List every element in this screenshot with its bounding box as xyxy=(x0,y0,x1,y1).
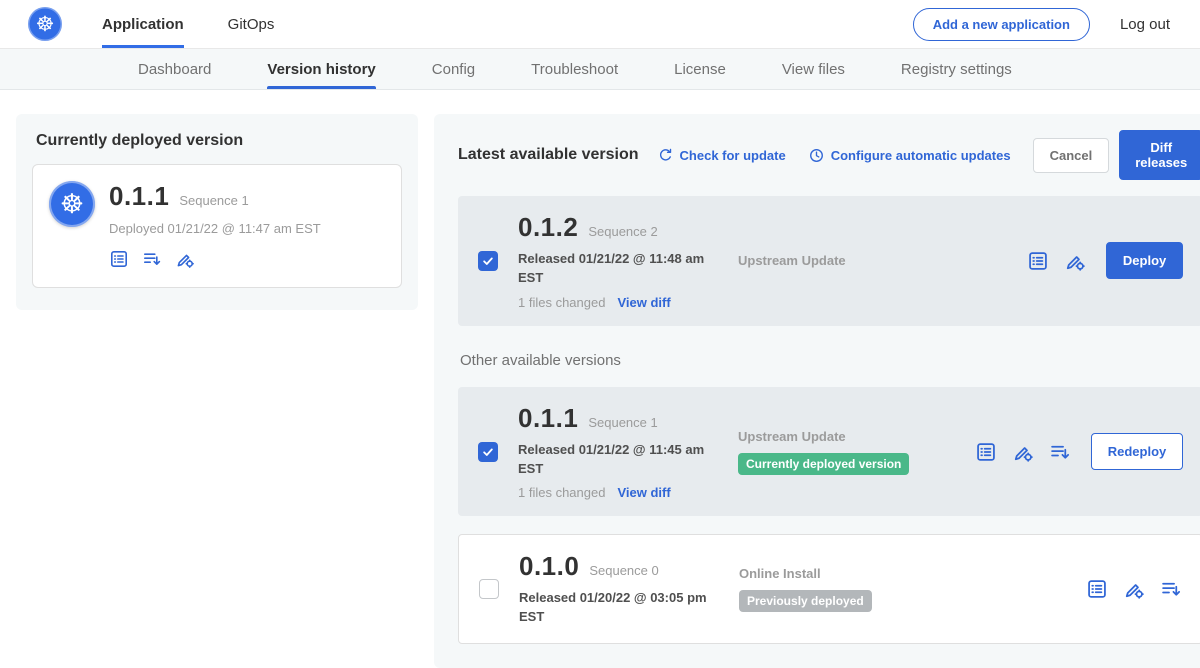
config-edit-icon[interactable] xyxy=(1012,441,1034,463)
other-available-versions-title: Other available versions xyxy=(460,352,1200,369)
files-changed-label: 1 files changed xyxy=(518,295,605,310)
view-diff-link[interactable]: View diff xyxy=(617,485,670,500)
version-checkbox-0-1-0[interactable] xyxy=(479,579,499,599)
subnav-label-license: License xyxy=(674,61,726,78)
config-edit-icon[interactable] xyxy=(1123,578,1145,600)
available-versions-panel: Latest available version Check for updat… xyxy=(434,114,1200,668)
latest-version-title: Latest available version xyxy=(458,146,639,164)
subnav-item-config[interactable]: Config xyxy=(432,49,475,89)
currently-deployed-title: Currently deployed version xyxy=(36,132,402,150)
check-for-update-link[interactable]: Check for update xyxy=(657,147,786,164)
deploy-logs-icon[interactable] xyxy=(1160,578,1182,600)
deployed-version-number: 0.1.1 xyxy=(109,181,169,212)
deploy-logs-icon[interactable] xyxy=(1049,441,1071,463)
version-number: 0.1.1 xyxy=(518,403,578,434)
logout-link[interactable]: Log out xyxy=(1120,16,1170,33)
version-row-icons xyxy=(1027,250,1086,272)
config-edit-icon[interactable] xyxy=(1064,250,1086,272)
version-number: 0.1.0 xyxy=(519,551,579,582)
version-info: 0.1.0 Sequence 0 Released 01/20/22 @ 03:… xyxy=(519,551,711,627)
currently-deployed-panel: Currently deployed version ☸ 0.1.1 Seque… xyxy=(16,114,418,310)
version-source: Online Install Previously deployed xyxy=(739,566,934,612)
version-source: Upstream Update Currently deployed versi… xyxy=(738,429,933,475)
version-row-0-1-1: 0.1.1 Sequence 1 Released 01/21/22 @ 11:… xyxy=(458,387,1200,517)
release-notes-icon[interactable] xyxy=(975,441,997,463)
release-notes-icon[interactable] xyxy=(1086,578,1108,600)
version-source-label: Upstream Update xyxy=(738,253,846,268)
subnav-item-troubleshoot[interactable]: Troubleshoot xyxy=(531,49,618,89)
subnav-item-view-files[interactable]: View files xyxy=(782,49,845,89)
configure-automatic-updates-link[interactable]: Configure automatic updates xyxy=(808,147,1011,164)
app-kubernetes-icon: ☸ xyxy=(49,181,95,227)
row-spacer xyxy=(458,516,1200,534)
version-row-icons xyxy=(975,441,1071,463)
deploy-logs-icon[interactable] xyxy=(142,249,162,269)
add-new-application-button[interactable]: Add a new application xyxy=(913,8,1090,41)
view-diff-link[interactable]: View diff xyxy=(617,295,670,310)
checkmark-icon xyxy=(481,445,495,459)
deploy-button[interactable]: Deploy xyxy=(1106,242,1183,279)
subnav-label-view-files: View files xyxy=(782,61,845,78)
released-timestamp: Released 01/20/22 @ 03:05 pm EST xyxy=(519,589,711,627)
app-subnav: Dashboard Version history Config Trouble… xyxy=(0,49,1200,90)
subnav-label-registry-settings: Registry settings xyxy=(901,61,1012,78)
deployed-sequence-label: Sequence 1 xyxy=(179,193,248,208)
main-content: Currently deployed version ☸ 0.1.1 Seque… xyxy=(0,90,1200,668)
subnav-label-version-history: Version history xyxy=(267,61,375,78)
subnav-label-config: Config xyxy=(432,61,475,78)
subnav-item-registry-settings[interactable]: Registry settings xyxy=(901,49,1012,89)
released-timestamp: Released 01/21/22 @ 11:48 am EST xyxy=(518,250,710,288)
subnav-item-version-history[interactable]: Version history xyxy=(267,49,375,89)
version-row-0-1-2: 0.1.2 Sequence 2 Released 01/21/22 @ 11:… xyxy=(458,196,1200,326)
version-row-0-1-0: 0.1.0 Sequence 0 Released 01/20/22 @ 03:… xyxy=(458,534,1200,644)
currently-deployed-badge: Currently deployed version xyxy=(738,453,909,475)
nav-tab-application-label: Application xyxy=(102,16,184,33)
latest-version-header: Latest available version Check for updat… xyxy=(458,130,1200,180)
version-info: 0.1.2 Sequence 2 Released 01/21/22 @ 11:… xyxy=(518,212,710,310)
top-navbar: ☸ Application GitOps Add a new applicati… xyxy=(0,0,1200,49)
version-source-label: Upstream Update xyxy=(738,429,846,444)
version-checkbox-0-1-1[interactable] xyxy=(478,442,498,462)
subnav-item-license[interactable]: License xyxy=(674,49,726,89)
release-notes-icon[interactable] xyxy=(109,249,129,269)
sequence-label: Sequence 1 xyxy=(588,415,657,430)
redeploy-button[interactable]: Redeploy xyxy=(1091,433,1184,470)
version-source-label: Online Install xyxy=(739,566,821,581)
nav-tab-application[interactable]: Application xyxy=(102,0,184,48)
refresh-icon xyxy=(657,147,674,164)
version-number: 0.1.2 xyxy=(518,212,578,243)
deployed-version-card: ☸ 0.1.1 Sequence 1 Deployed 01/21/22 @ 1… xyxy=(32,164,402,288)
configure-automatic-updates-label: Configure automatic updates xyxy=(831,148,1011,163)
files-changed-label: 1 files changed xyxy=(518,485,605,500)
version-checkbox-0-1-2[interactable] xyxy=(478,251,498,271)
checkmark-icon xyxy=(481,254,495,268)
subnav-label-troubleshoot: Troubleshoot xyxy=(531,61,618,78)
app-nav-tabs: Application GitOps xyxy=(102,0,318,48)
version-info: 0.1.1 Sequence 1 Released 01/21/22 @ 11:… xyxy=(518,403,710,501)
cancel-diff-button[interactable]: Cancel xyxy=(1033,138,1110,173)
version-row-icons xyxy=(1086,578,1182,600)
check-for-update-label: Check for update xyxy=(680,148,786,163)
nav-tab-gitops-label: GitOps xyxy=(228,16,275,33)
nav-tab-gitops[interactable]: GitOps xyxy=(228,0,275,48)
kubernetes-logo-icon[interactable]: ☸ xyxy=(28,7,62,41)
previously-deployed-badge: Previously deployed xyxy=(739,590,872,612)
subnav-item-dashboard[interactable]: Dashboard xyxy=(138,49,211,89)
subnav-label-dashboard: Dashboard xyxy=(138,61,211,78)
version-source: Upstream Update xyxy=(738,253,933,268)
sequence-label: Sequence 0 xyxy=(589,563,658,578)
deployed-version-details: 0.1.1 Sequence 1 Deployed 01/21/22 @ 11:… xyxy=(109,181,321,269)
clock-icon xyxy=(808,147,825,164)
sequence-label: Sequence 2 xyxy=(588,224,657,239)
diff-releases-button[interactable]: Diff releases xyxy=(1119,130,1200,180)
deployed-timestamp: Deployed 01/21/22 @ 11:47 am EST xyxy=(109,221,321,236)
config-edit-icon[interactable] xyxy=(175,249,195,269)
released-timestamp: Released 01/21/22 @ 11:45 am EST xyxy=(518,441,710,479)
release-notes-icon[interactable] xyxy=(1027,250,1049,272)
